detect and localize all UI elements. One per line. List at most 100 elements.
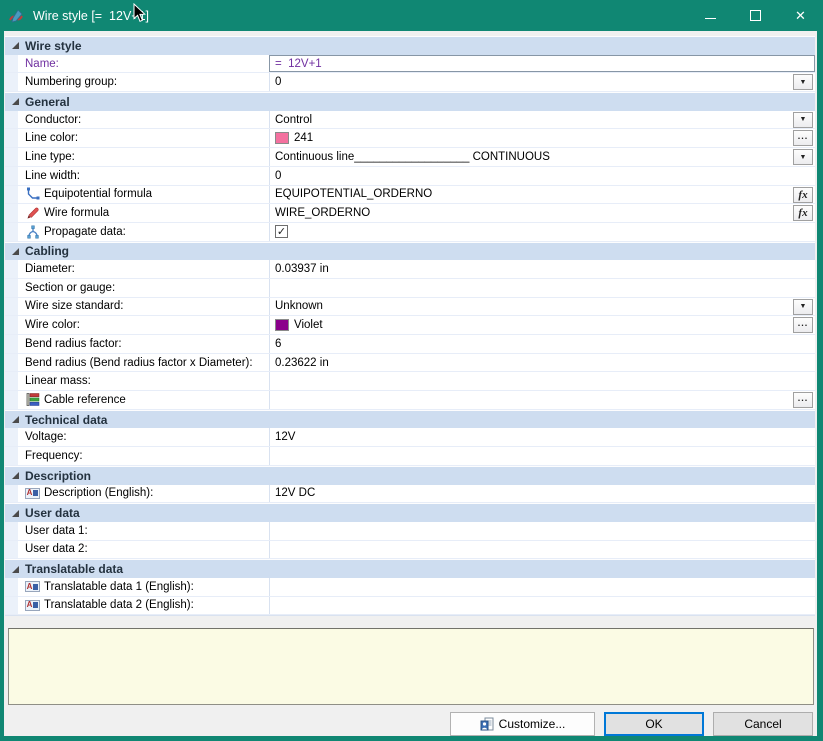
- field-description[interactable]: 12V DC: [269, 485, 815, 503]
- maximize-button[interactable]: [733, 0, 778, 31]
- field-diameter[interactable]: 0.03937 in: [269, 260, 815, 278]
- wire-style-dialog: Wire style [= 12V+1] ✕ Wire styleName:= …: [0, 0, 823, 741]
- field-propagate-data[interactable]: ✓: [269, 223, 815, 241]
- expander-icon[interactable]: [12, 416, 19, 423]
- field-linear-mass[interactable]: [269, 372, 815, 390]
- field-frequency[interactable]: [269, 447, 815, 465]
- section-header-cabling[interactable]: Cabling: [5, 242, 815, 261]
- ellipsis-button-cable-reference[interactable]: ...: [793, 392, 813, 408]
- field-translatable-data-1[interactable]: [269, 578, 815, 596]
- property-row-line-color: Line color:241...: [5, 129, 815, 148]
- property-row-section-or-gauge: Section or gauge:: [5, 279, 815, 298]
- dropdown-button-wire-size-standard[interactable]: ▼: [793, 299, 813, 315]
- field-translatable-data-2[interactable]: [269, 597, 815, 615]
- section-label: Cabling: [25, 244, 69, 258]
- section-header-user-data[interactable]: User data: [5, 503, 815, 522]
- field-conductor[interactable]: Control▼: [269, 111, 815, 129]
- row-gutter: [5, 485, 18, 503]
- field-line-type[interactable]: Continuous line__________________ CONTIN…: [269, 148, 815, 166]
- label-line-type: Line type:: [18, 148, 269, 166]
- property-row-propagate-data: Propagate data: ✓: [5, 223, 815, 242]
- section-label: Wire style: [25, 39, 82, 53]
- expander-icon[interactable]: [12, 566, 19, 573]
- field-line-color[interactable]: 241...: [269, 129, 815, 147]
- value-text: 12V DC: [275, 487, 315, 499]
- field-cable-reference[interactable]: ...: [269, 391, 815, 409]
- row-gutter: [5, 335, 18, 353]
- field-equipotential-formula[interactable]: EQUIPOTENTIAL_ORDERNOfx: [269, 186, 815, 204]
- field-voltage[interactable]: 12V: [269, 428, 815, 446]
- label-bend-radius-factor: Bend radius factor:: [18, 335, 269, 353]
- property-row-numbering-group: Numbering group: 0▼: [5, 73, 815, 92]
- label-text: Bend radius factor:: [25, 338, 122, 350]
- value-text: WIRE_ORDERNO: [275, 207, 370, 219]
- field-bend-radius-factor[interactable]: 6: [269, 335, 815, 353]
- label-text: Diameter:: [25, 263, 75, 275]
- expander-icon[interactable]: [12, 42, 19, 49]
- cancel-button[interactable]: Cancel: [713, 712, 813, 736]
- close-button[interactable]: ✕: [778, 0, 823, 31]
- field-wire-formula[interactable]: WIRE_ORDERNO fx: [269, 204, 815, 222]
- customize-button[interactable]: Customize...: [450, 712, 595, 736]
- footer-button-bar: Customize... OK Cancel: [4, 712, 817, 736]
- propagate-data-checkbox[interactable]: ✓: [275, 225, 288, 238]
- section-header-translatable-data[interactable]: Translatable data: [5, 559, 815, 578]
- translate-icon: A: [25, 486, 40, 500]
- row-gutter: [5, 279, 18, 297]
- message-panel: [8, 628, 814, 705]
- equipotential-icon: [25, 187, 40, 201]
- label-equipotential-formula: Equipotential formula: [18, 186, 269, 204]
- field-user-data-1[interactable]: [269, 522, 815, 540]
- expander-icon[interactable]: [12, 98, 19, 105]
- label-diameter: Diameter:: [18, 260, 269, 278]
- propagate-icon: [25, 225, 40, 239]
- formula-fx-button-equipotential-formula[interactable]: fx: [793, 187, 813, 203]
- ellipsis-button-wire-color[interactable]: ...: [793, 317, 813, 333]
- field-numbering-group[interactable]: 0▼: [269, 73, 815, 91]
- ellipsis-button-line-color[interactable]: ...: [793, 130, 813, 146]
- close-icon: ✕: [795, 9, 806, 22]
- expander-icon[interactable]: [12, 510, 19, 517]
- color-swatch: [275, 319, 289, 331]
- property-row-conductor: Conductor:Control▼: [5, 111, 815, 130]
- row-gutter: [5, 541, 18, 559]
- ok-button[interactable]: OK: [604, 712, 704, 736]
- label-text: Translatable data 1 (English):: [44, 581, 194, 593]
- mouse-cursor: [133, 3, 146, 28]
- property-row-linear-mass: Linear mass:: [5, 372, 815, 391]
- field-name[interactable]: = 12V+1: [269, 55, 815, 73]
- label-line-width: Line width:: [18, 167, 269, 185]
- property-row-bend-radius-factor: Bend radius factor: 6: [5, 335, 815, 354]
- expander-icon[interactable]: [12, 472, 19, 479]
- field-user-data-2[interactable]: [269, 541, 815, 559]
- row-gutter: [5, 316, 18, 334]
- row-gutter: [5, 111, 18, 129]
- section-header-description[interactable]: Description: [5, 466, 815, 485]
- section-header-general[interactable]: General: [5, 92, 815, 111]
- section-header-technical-data[interactable]: Technical data: [5, 410, 815, 429]
- dropdown-button-conductor[interactable]: ▼: [793, 112, 813, 128]
- section-label: General: [25, 95, 70, 109]
- field-line-width[interactable]: 0: [269, 167, 815, 185]
- row-gutter: [5, 298, 18, 316]
- expander-icon[interactable]: [12, 248, 19, 255]
- dropdown-button-numbering-group[interactable]: ▼: [793, 74, 813, 90]
- property-row-line-type: Line type:Continuous line_______________…: [5, 148, 815, 167]
- section-label: Technical data: [25, 413, 107, 427]
- field-section-or-gauge[interactable]: [269, 279, 815, 297]
- formula-fx-button-wire-formula[interactable]: fx: [793, 205, 813, 221]
- label-text: User data 2:: [25, 543, 88, 555]
- label-user-data-2: User data 2:: [18, 541, 269, 559]
- property-row-translatable-data-1: ATranslatable data 1 (English):: [5, 578, 815, 597]
- dropdown-button-line-type[interactable]: ▼: [793, 149, 813, 165]
- label-text: Numbering group:: [25, 76, 117, 88]
- property-row-translatable-data-2: ATranslatable data 2 (English):: [5, 597, 815, 616]
- row-gutter: [5, 148, 18, 166]
- section-header-wire-style[interactable]: Wire style: [5, 36, 815, 55]
- minimize-button[interactable]: [688, 0, 733, 31]
- label-wire-size-standard: Wire size standard:: [18, 298, 269, 316]
- field-wire-size-standard[interactable]: Unknown▼: [269, 298, 815, 316]
- field-bend-radius[interactable]: 0.23622 in: [269, 354, 815, 372]
- field-wire-color[interactable]: Violet...: [269, 316, 815, 334]
- label-propagate-data: Propagate data:: [18, 223, 269, 241]
